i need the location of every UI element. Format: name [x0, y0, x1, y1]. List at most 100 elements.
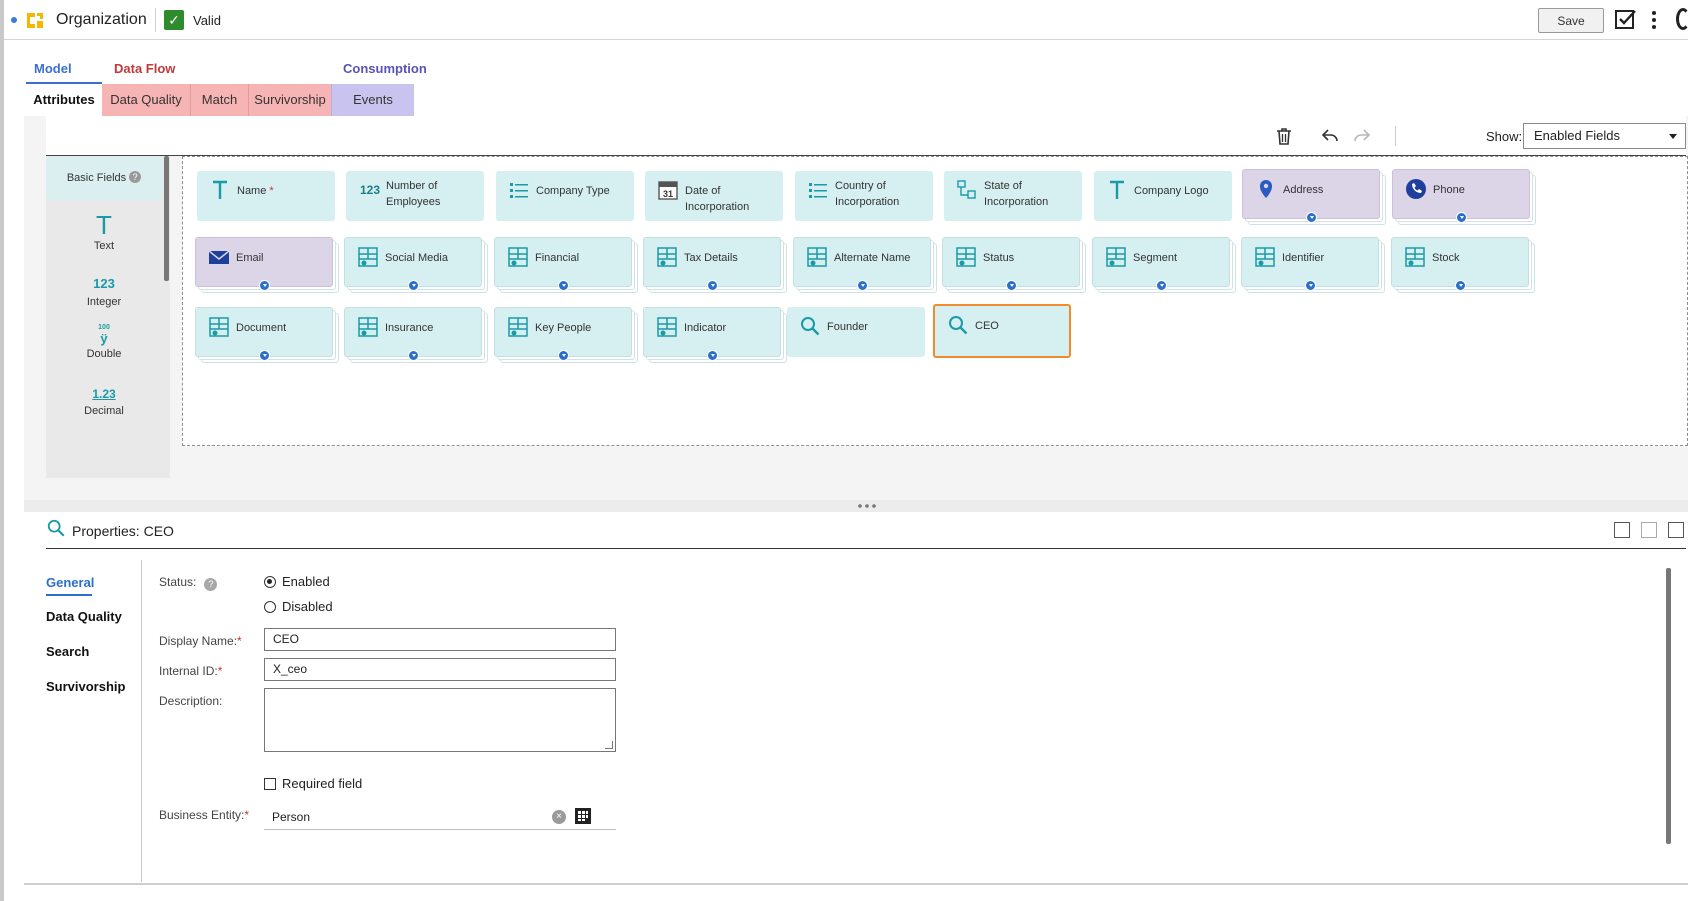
required-asterisk: * — [244, 808, 250, 822]
entity-lookup-icon[interactable] — [575, 808, 591, 824]
resize-handle-icon[interactable] — [605, 741, 613, 749]
field-card-insurance[interactable]: Insurance — [344, 307, 482, 361]
expand-group-icon[interactable] — [857, 280, 868, 291]
field-card-label: Key People — [535, 322, 592, 334]
field-card-date-of-incorporation[interactable]: 31 Date of Incorporation — [645, 171, 783, 221]
expand-group-icon[interactable] — [1156, 280, 1167, 291]
show-filter-select[interactable]: Enabled Fields — [1523, 123, 1686, 149]
status-radio-disabled[interactable]: Disabled — [264, 599, 333, 614]
field-card-alternate-name[interactable]: Alternate Name — [793, 237, 931, 291]
validation-status: Valid — [193, 13, 221, 28]
expand-group-icon[interactable] — [707, 280, 718, 291]
expand-group-icon[interactable] — [259, 280, 270, 291]
nav-dot-icon[interactable] — [11, 17, 17, 23]
field-card-founder[interactable]: Founder — [787, 307, 925, 357]
props-nav-data-quality[interactable]: Data Quality — [46, 609, 122, 624]
palette-item-double[interactable]: 100 ÿ Double — [46, 324, 162, 360]
undo-icon[interactable] — [1320, 126, 1340, 146]
envelope-icon — [208, 250, 230, 264]
drag-handle-icon[interactable] — [857, 504, 877, 508]
tab-events[interactable]: Events — [331, 84, 414, 116]
expand-group-icon[interactable] — [707, 350, 718, 361]
expand-group-icon[interactable] — [408, 280, 419, 291]
clear-icon[interactable]: × — [552, 810, 566, 824]
field-card-tax-details[interactable]: Tax Details — [643, 237, 781, 291]
field-card-country-of-incorporation[interactable]: Country of Incorporation — [795, 171, 933, 221]
save-button[interactable]: Save — [1538, 8, 1604, 33]
field-card-segment[interactable]: Segment — [1092, 237, 1230, 291]
panel-resize-divider[interactable] — [24, 500, 1688, 512]
field-card-stock[interactable]: Stock — [1391, 237, 1529, 291]
description-textarea[interactable] — [264, 688, 616, 752]
field-card-company-type[interactable]: Company Type — [496, 171, 634, 221]
tab-match[interactable]: Match — [190, 84, 248, 116]
properties-scrollbar[interactable] — [1666, 568, 1671, 844]
required-asterisk: * — [237, 634, 242, 648]
palette-header: Basic Fields? — [46, 156, 162, 200]
field-card-ceo[interactable]: CEO — [933, 304, 1071, 358]
expand-group-icon[interactable] — [1306, 212, 1317, 223]
expand-group-icon[interactable] — [558, 280, 569, 291]
expand-group-icon[interactable] — [1456, 212, 1467, 223]
expand-group-icon[interactable] — [259, 350, 270, 361]
expand-group-icon[interactable] — [1305, 280, 1316, 291]
field-card-status[interactable]: Status — [942, 237, 1080, 291]
field-card-identifier[interactable]: Identifier — [1241, 237, 1379, 291]
lookup-icon — [47, 519, 65, 537]
redo-icon[interactable] — [1352, 126, 1372, 146]
palette-item-decimal[interactable]: 1.23 Decimal — [46, 385, 162, 417]
expand-group-icon[interactable] — [408, 350, 419, 361]
expand-group-icon[interactable] — [1006, 280, 1017, 291]
minimize-panel-icon[interactable] — [1668, 522, 1684, 538]
list-icon — [510, 183, 528, 198]
field-card-name[interactable]: Name * — [197, 171, 335, 221]
field-card-phone[interactable]: Phone — [1392, 169, 1530, 223]
validate-icon[interactable] — [1614, 8, 1638, 32]
palette-item-text[interactable]: T Text — [46, 212, 162, 252]
tab-group-model[interactable]: Model — [34, 61, 72, 76]
props-nav-general[interactable]: General — [46, 575, 94, 590]
show-filter-label: Show: — [1486, 129, 1523, 144]
field-card-document[interactable]: Document — [195, 307, 333, 361]
trash-icon[interactable] — [1274, 126, 1294, 146]
expand-group-icon[interactable] — [1455, 280, 1466, 291]
help-icon[interactable]: ? — [204, 578, 218, 591]
field-card-financial[interactable]: Financial — [494, 237, 632, 291]
required-field-checkbox[interactable]: Required field — [264, 776, 362, 791]
tab-group-data-flow[interactable]: Data Flow — [114, 61, 175, 76]
status-radio-enabled[interactable]: Enabled — [264, 574, 330, 589]
maximize-panel-icon[interactable] — [1614, 522, 1630, 538]
split-panel-icon[interactable] — [1641, 522, 1657, 538]
help-icon[interactable]: ? — [129, 171, 142, 183]
field-card-number-of-employees[interactable]: 123 Number of Employees — [346, 171, 484, 221]
field-card-state-of-incorporation[interactable]: State of Incorporation — [944, 171, 1082, 221]
display-name-input[interactable]: CEO — [264, 628, 616, 651]
app-logo-icon — [27, 13, 43, 28]
palette-item-integer[interactable]: 123 Integer — [46, 274, 162, 308]
field-card-key-people[interactable]: Key People — [494, 307, 632, 361]
list-icon — [809, 183, 827, 198]
field-card-label: Name * — [237, 183, 329, 199]
field-canvas[interactable]: Name * 123 Number of Employees Company T… — [182, 156, 1688, 446]
field-card-indicator[interactable]: Indicator — [643, 307, 781, 361]
field-card-company-logo[interactable]: Company Logo — [1094, 171, 1232, 221]
expand-group-icon[interactable] — [558, 350, 569, 361]
tab-group-consumption[interactable]: Consumption — [343, 61, 427, 76]
field-card-email[interactable]: Email — [195, 237, 333, 291]
palette-scrollbar[interactable] — [164, 156, 169, 281]
user-avatar-icon[interactable] — [1676, 8, 1688, 30]
tab-attributes[interactable]: Attributes — [26, 84, 102, 116]
props-nav-survivorship[interactable]: Survivorship — [46, 679, 125, 694]
radio-selected-icon — [264, 576, 276, 588]
integer-icon: 123 — [360, 183, 381, 197]
radio-label: Enabled — [282, 574, 330, 589]
props-nav-search[interactable]: Search — [46, 644, 89, 659]
double-type-icon: 100 ÿ — [98, 324, 110, 346]
field-card-address[interactable]: Address — [1242, 169, 1380, 223]
tab-survivorship[interactable]: Survivorship — [248, 84, 331, 116]
properties-title-rule — [46, 548, 1686, 549]
internal-id-input[interactable]: X_ceo — [264, 658, 616, 681]
tab-data-quality[interactable]: Data Quality — [102, 84, 190, 116]
field-card-social-media[interactable]: Social Media — [344, 237, 482, 291]
more-options-icon[interactable] — [1649, 8, 1659, 32]
